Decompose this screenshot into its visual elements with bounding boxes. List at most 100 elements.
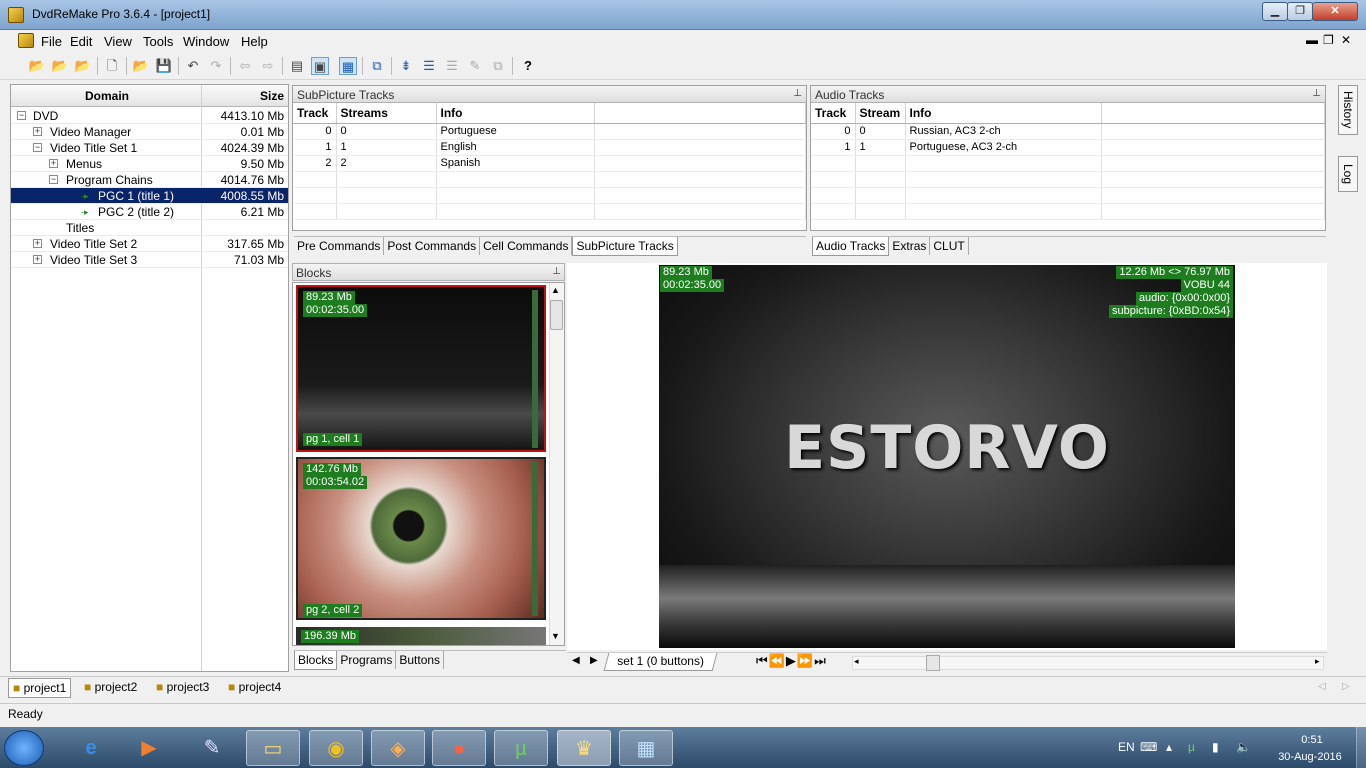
column-track[interactable]: Track (811, 103, 856, 124)
open-green-icon[interactable]: 📂 (51, 57, 69, 75)
preview-icon[interactable]: ▦ (339, 57, 357, 75)
expand-icon[interactable]: + (49, 159, 58, 168)
split-view-icon[interactable]: ▣ (311, 57, 329, 75)
blocks-scrollbar[interactable] (549, 283, 564, 645)
menu-file[interactable]: File (41, 34, 62, 49)
collapse-icon[interactable]: − (49, 175, 58, 184)
tab-audio-tracks[interactable]: Audio Tracks (812, 237, 890, 256)
tree-row-vts3[interactable]: + Video Title Set 3 71.03 Mb (11, 252, 288, 268)
menu-view[interactable]: View (104, 34, 132, 49)
network-icon[interactable]: ▮ (1212, 740, 1219, 754)
block-thumbnail-1[interactable]: 89.23 Mb 00:02:35.00 pg 1, cell 1 (296, 285, 546, 452)
tab-blocks[interactable]: Blocks (294, 651, 338, 670)
new-file-icon[interactable]: 🗋 (103, 57, 121, 75)
tree-row-vts1[interactable]: − Video Title Set 1 4024.39 Mb (11, 140, 288, 156)
tree-row-dvd[interactable]: − DVD 4413.10 Mb (11, 108, 288, 124)
set-tab[interactable]: set 1 (0 buttons) (603, 653, 718, 671)
sort-icon[interactable]: ⇟ (397, 57, 415, 75)
mdi-minimize-icon[interactable]: ▬ (1306, 33, 1318, 47)
utorrent-icon[interactable]: µ (494, 730, 548, 766)
ie-icon[interactable]: e (64, 730, 118, 766)
show-desktop-button[interactable] (1356, 727, 1366, 768)
tree-row-pgc1[interactable]: -▸ PGC 1 (title 1) 4008.55 Mb (11, 188, 288, 204)
eye-app-icon[interactable]: ◈ (371, 730, 425, 766)
collapse-icon[interactable]: − (33, 143, 42, 152)
open-folder-icon[interactable]: 📂 (28, 57, 46, 75)
open-red-icon[interactable]: 📂 (74, 57, 92, 75)
menu-window[interactable]: Window (183, 34, 229, 49)
open-icon[interactable]: 📂 (132, 57, 150, 75)
menu-help[interactable]: Help (241, 34, 268, 49)
save-icon[interactable]: 💾 (155, 57, 173, 75)
structure-icon[interactable]: ⧉ (368, 57, 386, 75)
expand-icon[interactable]: + (33, 239, 42, 248)
pin-icon[interactable]: ⊥ (552, 266, 561, 277)
volume-icon[interactable]: 🔈 (1236, 740, 1251, 754)
antivirus-icon[interactable]: ● (432, 730, 486, 766)
menu-tools[interactable]: Tools (143, 34, 173, 49)
scroll-right-icon[interactable]: ▸ (1315, 656, 1320, 667)
scroll-up-icon[interactable]: ▲ (551, 285, 560, 295)
media-player-icon[interactable]: ▶ (122, 730, 176, 766)
block-thumbnail-2[interactable]: 142.76 Mb 00:03:54.02 pg 2, cell 2 (296, 457, 546, 620)
tab-subpicture-tracks[interactable]: SubPicture Tracks (572, 237, 678, 256)
clock-time[interactable]: 0:51 (1290, 734, 1334, 746)
list-icon[interactable]: ☰ (420, 57, 438, 75)
tab-post-commands[interactable]: Post Commands (384, 237, 481, 255)
tab-cell-commands[interactable]: Cell Commands (480, 237, 573, 255)
tree-row-pgc2[interactable]: -▸ PGC 2 (title 2) 6.21 Mb (11, 204, 288, 220)
expand-icon[interactable]: + (33, 255, 42, 264)
project-tab-1[interactable]: ■ project1 (8, 678, 72, 698)
tree-row-vts2[interactable]: + Video Title Set 2 317.65 Mb (11, 236, 288, 252)
column-streams[interactable]: Streams (336, 103, 437, 124)
tab-extras[interactable]: Extras (889, 237, 931, 255)
next-icon[interactable]: ⏩ (797, 653, 814, 668)
back-icon[interactable]: ⇦ (236, 57, 254, 75)
mdi-close-icon[interactable]: ✕ (1341, 33, 1351, 47)
project-tab-2[interactable]: ■ project2 (84, 680, 137, 694)
column-info[interactable]: Info (436, 103, 595, 124)
table-row[interactable]: 0 0 Portuguese (293, 123, 806, 140)
edit-disabled-icon[interactable]: ✎ (466, 57, 484, 75)
pin-icon[interactable]: ⊥ (793, 88, 802, 99)
paint-icon[interactable]: ✎ (185, 730, 239, 766)
tabs-scroll-left-icon[interactable]: ◁ (1318, 681, 1326, 692)
video-preview[interactable]: ESTORVO 89.23 Mb 00:02:35.00 12.26 Mb <>… (659, 265, 1235, 648)
clock-date[interactable]: 30-Aug-2016 (1270, 751, 1350, 763)
tab-history[interactable]: History (1338, 85, 1358, 135)
tray-expand-icon[interactable]: ▴ (1166, 740, 1172, 754)
keyboard-icon[interactable]: ⌨ (1140, 740, 1157, 754)
tab-log[interactable]: Log (1338, 156, 1358, 192)
pin-icon[interactable]: ⊥ (1312, 88, 1321, 99)
panel-view-icon[interactable]: ▤ (288, 57, 306, 75)
column-info[interactable]: Info (905, 103, 1102, 124)
minimize-button[interactable]: ▁ (1262, 2, 1288, 21)
calculator-icon[interactable]: ▦ (619, 730, 673, 766)
tab-clut[interactable]: CLUT (930, 237, 969, 255)
maximize-button[interactable]: ❐ (1287, 2, 1313, 21)
last-icon[interactable]: ⏭ (814, 653, 827, 668)
tab-pre-commands[interactable]: Pre Commands (294, 237, 385, 255)
column-domain[interactable]: Domain (85, 89, 129, 103)
project-tab-3[interactable]: ■ project3 (156, 680, 209, 694)
tree-row-menus[interactable]: + Menus 9.50 Mb (11, 156, 288, 172)
document-icon[interactable] (18, 33, 34, 48)
scroll-thumb[interactable] (926, 655, 940, 671)
tabs-scroll-right-icon[interactable]: ▷ (1342, 681, 1350, 692)
first-icon[interactable]: ⏮ (756, 653, 769, 668)
collapse-icon[interactable]: − (17, 111, 26, 120)
language-indicator[interactable]: EN (1118, 740, 1135, 754)
undo-icon[interactable]: ↶ (184, 57, 202, 75)
column-stream[interactable]: Stream (855, 103, 906, 124)
nav-right-icon[interactable]: ▶ (590, 655, 598, 666)
tree-row-titles[interactable]: Titles (11, 220, 288, 236)
tab-programs[interactable]: Programs (337, 651, 397, 669)
redo-icon[interactable]: ↷ (207, 57, 225, 75)
chrome-icon[interactable]: ◉ (309, 730, 363, 766)
tab-buttons[interactable]: Buttons (396, 651, 445, 669)
table-row[interactable]: 1 1 English (293, 139, 806, 156)
scroll-thumb[interactable] (550, 300, 563, 330)
column-track[interactable]: Track (293, 103, 337, 124)
scroll-left-icon[interactable]: ◂ (854, 656, 859, 667)
play-icon[interactable]: ▶ (786, 653, 797, 668)
